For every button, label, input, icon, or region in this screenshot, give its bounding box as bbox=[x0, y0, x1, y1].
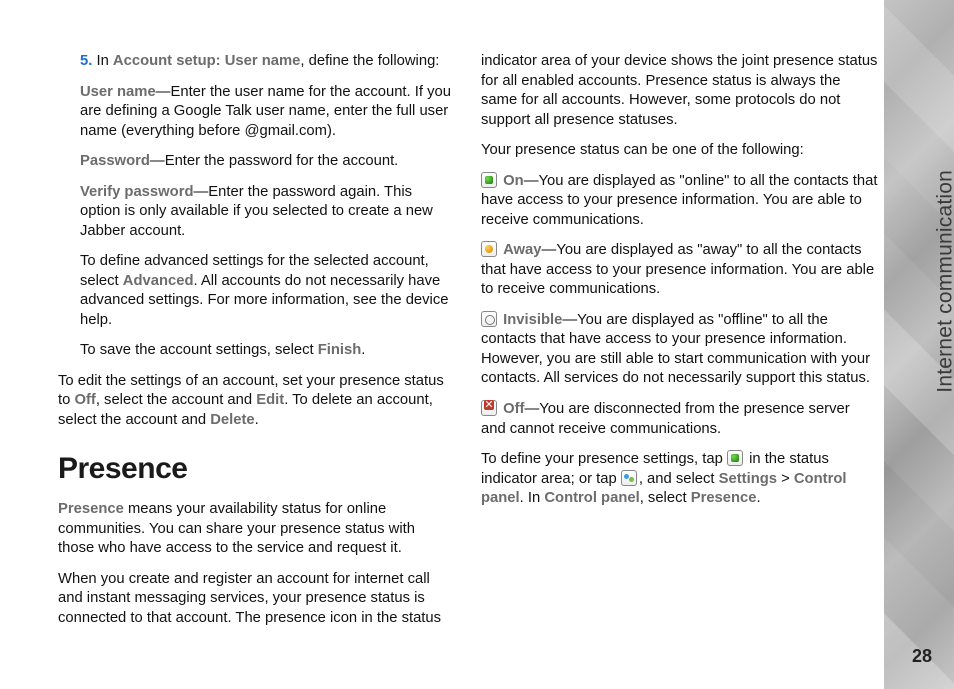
ui-ref: Finish bbox=[318, 342, 362, 358]
text: To define your presence settings, tap bbox=[481, 451, 727, 467]
verify-password-desc: Verify password—Enter the password again… bbox=[58, 183, 455, 242]
text: . In bbox=[520, 490, 545, 506]
status-on: On—You are displayed as "online" to all … bbox=[481, 172, 878, 231]
contacts-icon bbox=[621, 470, 637, 486]
presence-continuation: indicator area of your device shows the … bbox=[481, 52, 878, 130]
chapter-title: Internet communication bbox=[934, 170, 954, 393]
status-off: Off—You are disconnected from the presen… bbox=[481, 400, 878, 439]
presence-away-icon bbox=[481, 241, 497, 257]
step-5-intro: 5. In Account setup: User name, define t… bbox=[58, 52, 455, 72]
screen-name: Account setup: User name bbox=[113, 53, 300, 69]
page-number: 28 bbox=[912, 646, 932, 667]
status-away: Away—You are displayed as "away" to all … bbox=[481, 241, 878, 300]
ui-ref: Advanced bbox=[123, 273, 194, 289]
text: —Enter the password for the account. bbox=[150, 153, 398, 169]
text: , select the account and bbox=[96, 392, 256, 408]
text: , define the following: bbox=[300, 53, 439, 69]
ui-ref: Presence bbox=[691, 490, 757, 506]
username-field-desc: User name—Enter the user name for the ac… bbox=[58, 83, 455, 142]
presence-on-icon bbox=[481, 172, 497, 188]
status-label: Invisible bbox=[503, 312, 562, 328]
text: > bbox=[777, 471, 794, 487]
presence-off-icon bbox=[481, 400, 497, 416]
text: —You are displayed as "online" to all th… bbox=[481, 173, 877, 228]
advanced-note: To define advanced settings for the sele… bbox=[58, 252, 455, 330]
text: In bbox=[96, 53, 112, 69]
presence-invisible-icon bbox=[481, 311, 497, 327]
field-label: Password bbox=[80, 153, 150, 169]
save-note: To save the account settings, select Fin… bbox=[58, 341, 455, 361]
field-label: User name bbox=[80, 84, 156, 100]
status-label: Off bbox=[503, 401, 524, 417]
presence-heading: Presence bbox=[58, 449, 455, 489]
step-number: 5. bbox=[80, 53, 92, 69]
presence-tap-icon bbox=[727, 450, 743, 466]
content-columns: 5. In Account setup: User name, define t… bbox=[58, 52, 878, 652]
status-list-intro: Your presence status can be one of the f… bbox=[481, 141, 878, 161]
text: . bbox=[255, 412, 259, 428]
ui-ref: Control panel bbox=[544, 490, 639, 506]
term: Presence bbox=[58, 501, 124, 517]
left-column: 5. In Account setup: User name, define t… bbox=[58, 52, 455, 652]
text: . bbox=[361, 342, 365, 358]
ui-ref: Off bbox=[74, 392, 95, 408]
presence-para2: When you create and register an account … bbox=[58, 570, 455, 629]
text: To save the account settings, select bbox=[80, 342, 318, 358]
ui-ref: Settings bbox=[719, 471, 777, 487]
text: . bbox=[757, 490, 761, 506]
edit-delete-note: To edit the settings of an account, set … bbox=[58, 372, 455, 431]
status-invisible: Invisible—You are displayed as "offline"… bbox=[481, 311, 878, 389]
right-column: indicator area of your device shows the … bbox=[481, 52, 878, 652]
status-label: On bbox=[503, 173, 524, 189]
password-field-desc: Password—Enter the password for the acco… bbox=[58, 152, 455, 172]
ui-ref: Edit bbox=[256, 392, 284, 408]
text: —You are disconnected from the presence … bbox=[481, 401, 850, 437]
text: , and select bbox=[639, 471, 719, 487]
status-label: Away bbox=[503, 242, 541, 258]
define-presence-instructions: To define your presence settings, tap in… bbox=[481, 450, 878, 509]
presence-definition: Presence means your availability status … bbox=[58, 500, 455, 559]
manual-page: Internet communication 28 5. In Account … bbox=[0, 0, 954, 689]
field-label: Verify password bbox=[80, 184, 194, 200]
text: , select bbox=[640, 490, 691, 506]
ui-ref: Delete bbox=[210, 412, 254, 428]
